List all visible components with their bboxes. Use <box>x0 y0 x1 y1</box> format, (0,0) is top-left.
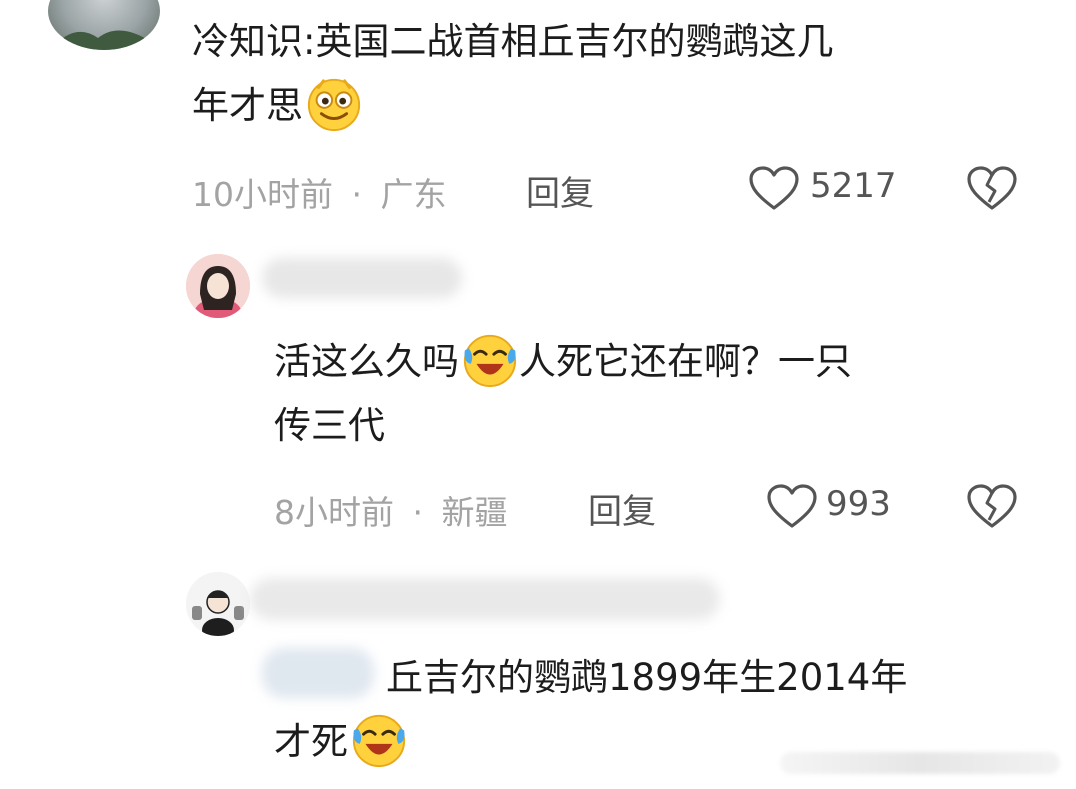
comment-text: 活这么久吗 人死它还在啊？一只 传三代 <box>274 330 1034 458</box>
broken-heart-icon <box>966 166 1018 216</box>
comment-text: 冷知识:英国二战首相丘吉尔的鹦鹉这几 年才思 <box>192 10 1052 138</box>
watermark <box>780 752 1060 774</box>
like-count: 993 <box>826 484 891 524</box>
avatar[interactable] <box>48 0 160 50</box>
reply-button[interactable]: 回复 <box>588 484 656 533</box>
location: 新疆 <box>441 493 508 532</box>
meta-separator: · <box>412 493 424 532</box>
heart-icon <box>766 484 818 534</box>
location: 广东 <box>380 175 447 214</box>
smiling-face-icon <box>305 75 363 133</box>
dislike-button[interactable] <box>966 484 1018 534</box>
comment-meta: 8小时前 · 新疆 <box>274 486 508 534</box>
timestamp: 8小时前 <box>274 493 394 532</box>
crying-laughing-face-icon <box>350 711 408 769</box>
avatar[interactable] <box>186 572 250 636</box>
reply-button[interactable]: 回复 <box>526 166 594 215</box>
meta-separator: · <box>351 175 363 214</box>
username-blurred <box>262 258 462 298</box>
crying-laughing-face-icon <box>461 331 519 389</box>
dislike-button[interactable] <box>966 166 1018 216</box>
like-count: 5217 <box>810 166 897 206</box>
username-blurred <box>250 578 720 620</box>
heart-icon <box>748 166 800 216</box>
broken-heart-icon <box>966 484 1018 534</box>
comment-meta: 10小时前 · 广东 <box>192 168 447 216</box>
timestamp: 10小时前 <box>192 175 333 214</box>
avatar[interactable] <box>186 254 250 318</box>
